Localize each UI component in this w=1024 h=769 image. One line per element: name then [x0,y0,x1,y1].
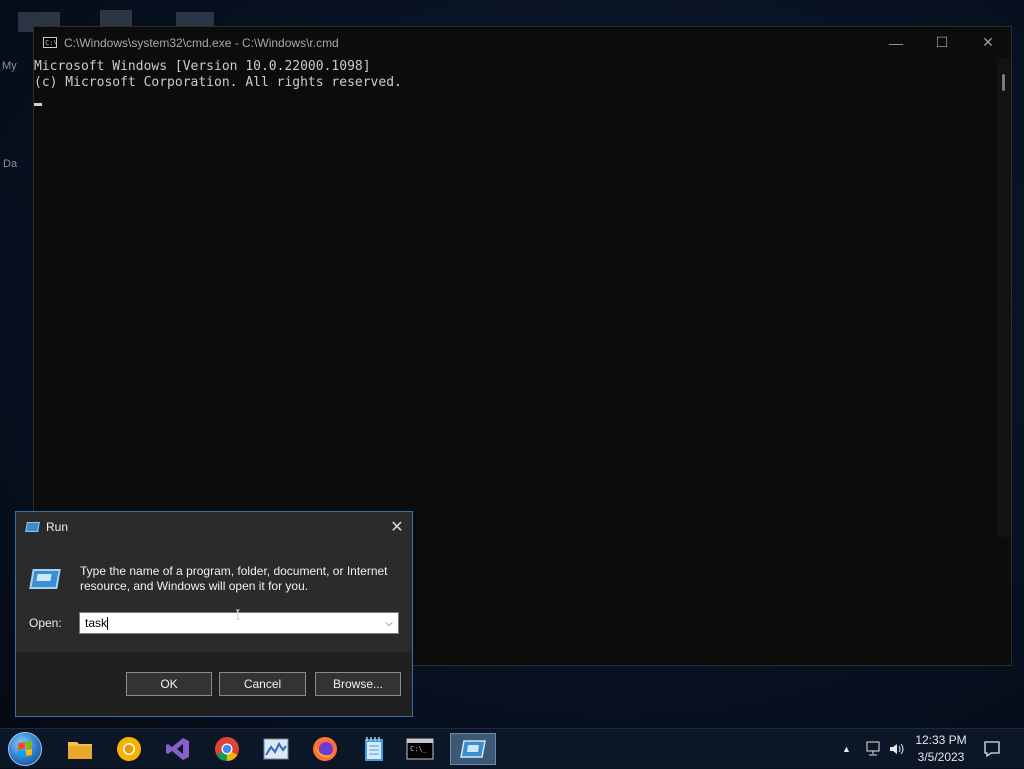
firefox-icon[interactable] [307,733,343,765]
vertical-scrollbar[interactable] [997,58,1011,537]
notepad-icon[interactable] [356,733,392,765]
cmd-window-title: C:\Windows\system32\cmd.exe - C:\Windows… [64,35,339,50]
resource-monitor-icon[interactable] [258,733,294,765]
clock-time: 12:33 PM [915,733,967,747]
chevron-down-icon[interactable]: ⌵ [380,618,398,629]
run-titlebar[interactable]: Run ✕ [16,512,412,542]
scrollbar-thumb[interactable] [1002,74,1005,91]
chrome-canary-icon[interactable] [111,733,147,765]
browse-button[interactable]: Browse... [315,672,401,696]
svg-text:C:\_: C:\_ [410,745,428,753]
ok-button[interactable]: OK [126,672,212,696]
network-icon[interactable] [864,729,882,769]
minimize-button[interactable]: — [873,27,919,58]
run-description: Type the name of a program, folder, docu… [80,564,388,593]
open-input[interactable]: task [80,615,380,631]
desktop-label: Da [3,158,18,170]
console-line: (c) Microsoft Corporation. All rights re… [34,75,402,90]
maximize-button[interactable]: ☐ [919,27,965,58]
desktop-icon[interactable] [176,12,214,26]
console-cursor [34,103,42,106]
run-dialog[interactable]: Run ✕ Type the name of a program, folder… [15,511,413,717]
text-caret [107,617,109,631]
file-explorer-icon[interactable] [62,733,98,765]
desktop-icon[interactable] [100,10,132,26]
start-icon[interactable] [8,732,42,766]
run-large-icon [29,569,61,589]
open-input-text: task [85,615,108,630]
open-label: Open: [29,616,62,630]
system-clock[interactable]: 12:33 PM 3/5/2023 [908,732,974,766]
console-line: Microsoft Windows [Version 10.0.22000.10… [34,59,371,74]
close-button[interactable]: ✕ [965,27,1011,58]
cancel-button[interactable]: Cancel [219,672,306,696]
close-button[interactable]: ✕ [382,512,412,542]
volume-icon[interactable] [888,729,906,769]
chrome-icon[interactable] [209,733,245,765]
cmd-titlebar[interactable]: C:\ C:\Windows\system32\cmd.exe - C:\Win… [34,27,1011,58]
chevron-up-icon: ▲ [842,744,851,754]
show-hidden-icons-button[interactable]: ▲ [842,729,851,769]
taskbar: C:\_ ▲ 12:33 PM 3/5/2023 [0,728,1024,768]
mouse-cursor-ibeam-icon: I [235,608,241,624]
visual-studio-icon[interactable] [160,733,196,765]
cmd-app-icon: C:\ [43,37,58,48]
run-dialog-title: Run [46,520,69,534]
desktop-label: My [2,60,17,72]
run-icon[interactable] [450,733,496,765]
run-icon [25,522,40,532]
clock-date: 3/5/2023 [917,750,965,764]
console-cursor-line [34,91,1011,107]
notification-icon[interactable] [983,729,1001,769]
cmd-icon[interactable]: C:\_ [402,733,438,765]
